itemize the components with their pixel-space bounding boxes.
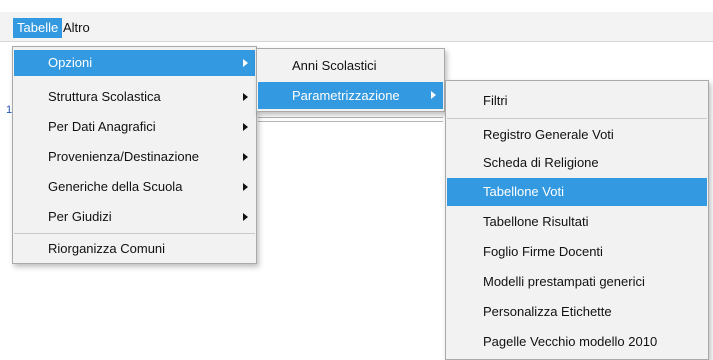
- menu-item-label: Per Giudizi: [48, 209, 112, 224]
- menu-item-tabellone-risultati[interactable]: Tabellone Risultati: [447, 208, 707, 236]
- menu-item-anni-scolastici[interactable]: Anni Scolastici: [258, 52, 443, 80]
- menu-separator: [447, 118, 707, 119]
- menubar-item-tabelle[interactable]: Tabelle: [13, 18, 63, 38]
- menu-item-label: Tabellone Voti: [483, 184, 564, 199]
- menu-item-label: Modelli prestampati generici: [483, 274, 645, 289]
- menu-item-label: Per Dati Anagrafici: [48, 119, 156, 134]
- background-divider: [258, 121, 443, 122]
- menu-item-riorganizza-comuni[interactable]: Riorganizza Comuni: [14, 235, 255, 262]
- menu-item-registro-generale-voti[interactable]: Registro Generale Voti: [447, 120, 707, 149]
- parametrizzazione-submenu: Filtri Registro Generale Voti Scheda di …: [445, 80, 709, 360]
- submenu-arrow-icon: [243, 93, 248, 101]
- menu-item-generiche-della-scuola[interactable]: Generiche della Scuola: [14, 173, 255, 201]
- menu-item-label: Pagelle Vecchio modello 2010: [483, 334, 658, 349]
- menu-item-opzioni[interactable]: Opzioni: [14, 50, 255, 76]
- menu-item-parametrizzazione[interactable]: Parametrizzazione: [258, 82, 443, 109]
- menu-item-label: Anni Scolastici: [292, 58, 377, 73]
- submenu-arrow-icon: [243, 153, 248, 161]
- menu-item-label: Generiche della Scuola: [48, 179, 183, 194]
- submenu-arrow-icon: [243, 183, 248, 191]
- menu-item-personalizza-etichette[interactable]: Personalizza Etichette: [447, 298, 707, 326]
- submenu-arrow-icon: [243, 213, 248, 221]
- menu-item-label: Tabellone Risultati: [483, 214, 589, 229]
- menu-item-label: Parametrizzazione: [292, 88, 400, 103]
- opzioni-submenu: Anni Scolastici Parametrizzazione: [256, 48, 445, 112]
- submenu-arrow-icon: [243, 59, 248, 67]
- menu-item-label: Provenienza/Destinazione: [48, 149, 200, 164]
- menu-item-label: Registro Generale Voti: [483, 127, 614, 142]
- menu-item-label: Opzioni: [48, 55, 93, 70]
- menu-item-modelli-prestampati-generici[interactable]: Modelli prestampati generici: [447, 268, 707, 296]
- menu-item-per-giudizi[interactable]: Per Giudizi: [14, 203, 255, 231]
- menu-item-foglio-firme-docenti[interactable]: Foglio Firme Docenti: [447, 238, 707, 266]
- menu-item-label: Riorganizza Comuni: [48, 241, 166, 256]
- menu-item-scheda-di-religione[interactable]: Scheda di Religione: [447, 149, 707, 177]
- menu-item-per-dati-anagrafici[interactable]: Per Dati Anagrafici: [14, 113, 255, 141]
- menu-item-pagelle-vecchio-modello-2010[interactable]: Pagelle Vecchio modello 2010: [447, 328, 707, 356]
- menu-item-label: Scheda di Religione: [483, 155, 599, 170]
- menu-item-filtri[interactable]: Filtri: [447, 87, 707, 115]
- menu-separator: [14, 233, 255, 234]
- menu-item-label: Foglio Firme Docenti: [483, 244, 603, 259]
- menu-bar: Tabelle Altro: [0, 12, 713, 42]
- menu-item-label: Personalizza Etichette: [483, 304, 612, 319]
- menu-item-tabellone-voti[interactable]: Tabellone Voti: [447, 178, 707, 206]
- menu-item-label: Filtri: [483, 93, 508, 108]
- menu-item-label: Struttura Scolastica: [48, 89, 161, 104]
- menubar-item-altro[interactable]: Altro: [59, 18, 94, 38]
- tabelle-menu: Opzioni Struttura Scolastica Per Dati An…: [12, 46, 257, 264]
- background-divider: [258, 117, 443, 118]
- submenu-arrow-icon: [431, 91, 436, 99]
- submenu-arrow-icon: [243, 123, 248, 131]
- menu-item-provenienza-destinazione[interactable]: Provenienza/Destinazione: [14, 143, 255, 171]
- menu-item-struttura-scolastica[interactable]: Struttura Scolastica: [14, 83, 255, 111]
